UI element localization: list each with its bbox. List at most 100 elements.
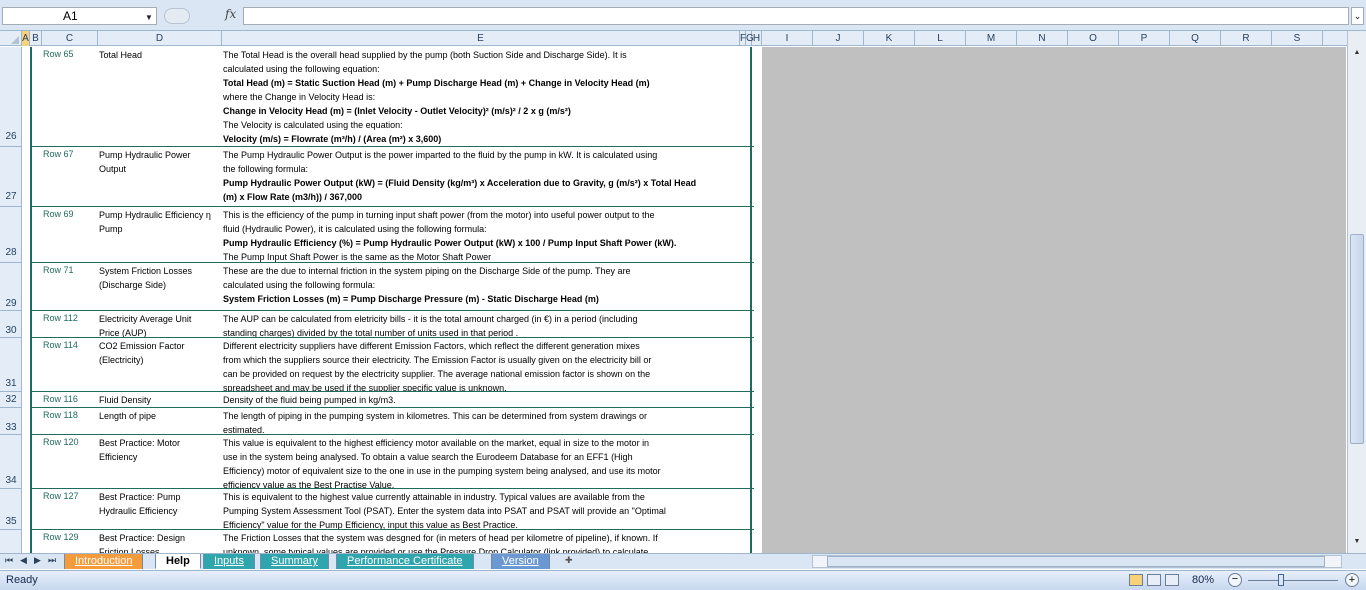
field-description[interactable]: The Pump Hydraulic Power Output is the p… — [223, 148, 743, 206]
field-name[interactable]: Pump Hydraulic Efficiency η Pump — [99, 208, 214, 236]
column-header-b[interactable]: B — [30, 31, 42, 46]
page-break-preview-button[interactable] — [1165, 574, 1179, 586]
row-header-34[interactable]: 34 — [0, 435, 21, 489]
field-name[interactable]: Pump Hydraulic Power Output — [99, 148, 214, 176]
field-description[interactable]: This is equivalent to the highest value … — [223, 490, 743, 529]
column-header-o[interactable]: O — [1068, 31, 1119, 46]
column-header-e[interactable]: E — [222, 31, 740, 46]
row-header-31[interactable]: 31 — [0, 338, 21, 392]
description-line: The Velocity is calculated using the equ… — [223, 120, 403, 130]
field-description[interactable]: Different electricity suppliers have dif… — [223, 339, 743, 391]
column-header-n[interactable]: N — [1017, 31, 1068, 46]
row-ref[interactable]: Row 69 — [43, 209, 74, 219]
field-description[interactable]: This is the efficiency of the pump in tu… — [223, 208, 743, 262]
field-description[interactable]: The AUP can be calculated from eletricit… — [223, 312, 743, 337]
scroll-up-icon[interactable]: ▲ — [1350, 46, 1364, 60]
tab-summary[interactable]: Summary — [260, 554, 330, 569]
page-layout-view-button[interactable] — [1147, 574, 1161, 586]
zoom-out-button[interactable]: − — [1228, 573, 1242, 587]
prev-sheet-icon[interactable]: ◀ — [20, 555, 27, 566]
field-description[interactable]: The Total Head is the overall head suppl… — [223, 48, 743, 146]
field-name[interactable]: Fluid Density — [99, 393, 214, 407]
field-name[interactable]: Best Practice: Pump Hydraulic Efficiency — [99, 490, 214, 518]
row-ref[interactable]: Row 120 — [43, 437, 79, 447]
row-header-33[interactable]: 33 — [0, 408, 21, 435]
tab-version[interactable]: Version — [491, 554, 550, 569]
description-line: System Friction Losses (m) = Pump Discha… — [223, 294, 599, 304]
row-ref[interactable]: Row 65 — [43, 49, 74, 59]
formula-input[interactable] — [243, 7, 1349, 25]
formula-resize-handle[interactable] — [164, 8, 190, 24]
column-header-s[interactable]: S — [1272, 31, 1323, 46]
fx-icon[interactable]: fx — [225, 7, 236, 21]
field-description[interactable]: The Friction Losses that the system was … — [223, 531, 743, 553]
column-header-h[interactable]: H — [752, 31, 762, 46]
row-ref[interactable]: Row 112 — [43, 313, 78, 323]
row-ref[interactable]: Row 129 — [43, 532, 79, 542]
field-description[interactable]: The length of piping in the pumping syst… — [223, 409, 743, 434]
tab-help[interactable]: Help — [155, 554, 201, 569]
row-ref[interactable]: Row 116 — [43, 394, 78, 404]
row-header-36[interactable] — [0, 530, 21, 553]
description-line: efficiency value as the Best Practise Va… — [223, 480, 395, 488]
scroll-down-icon[interactable]: ▼ — [1350, 535, 1364, 549]
column-header-p[interactable]: P — [1119, 31, 1170, 46]
row-ref[interactable]: Row 114 — [43, 340, 78, 350]
select-all-button[interactable] — [0, 31, 22, 46]
description-line: (m) x Flow Rate (m3/h)) / 367,000 — [223, 192, 363, 202]
row-divider — [30, 262, 754, 263]
row-header-28[interactable]: 28 — [0, 207, 21, 263]
field-name[interactable]: Best Practice: Motor Efficiency — [99, 436, 214, 464]
column-header-j[interactable]: J — [813, 31, 864, 46]
last-sheet-icon[interactable]: ⏭ — [48, 555, 56, 566]
column-header-r[interactable]: R — [1221, 31, 1272, 46]
tab-performance-certificate[interactable]: Performance Certificate — [336, 554, 474, 569]
row-header-29[interactable]: 29 — [0, 263, 21, 311]
row-ref[interactable]: Row 118 — [43, 410, 78, 420]
field-name[interactable]: System Friction Losses (Discharge Side) — [99, 264, 214, 292]
row-header-27[interactable]: 27 — [0, 147, 21, 207]
description-line: Pump Hydraulic Efficiency (%) = Pump Hyd… — [223, 238, 677, 248]
row-ref[interactable]: Row 127 — [43, 491, 79, 501]
field-name[interactable]: Electricity Average Unit Price (AUP) — [99, 312, 214, 340]
zoom-level[interactable]: 80% — [1192, 574, 1214, 586]
column-header-c[interactable]: C — [42, 31, 98, 46]
field-description[interactable]: This value is equivalent to the highest … — [223, 436, 743, 488]
vertical-scroll-thumb[interactable] — [1350, 234, 1364, 444]
row-header-26[interactable]: 26 — [0, 47, 21, 147]
column-header-i[interactable]: I — [762, 31, 813, 46]
field-description[interactable]: Density of the fluid being pumped in kg/… — [223, 393, 743, 407]
tab-introduction[interactable]: Introduction — [64, 554, 144, 569]
name-box[interactable]: A1 — [2, 7, 157, 25]
dropdown-arrow-icon[interactable]: ▼ — [145, 13, 153, 22]
column-header-l[interactable]: L — [915, 31, 966, 46]
row-header-30[interactable]: 30 — [0, 311, 21, 338]
field-name[interactable]: Total Head — [99, 48, 214, 62]
column-header-k[interactable]: K — [864, 31, 915, 46]
row-header-32[interactable]: 32 — [0, 392, 21, 408]
worksheet-grid[interactable]: Row 65 Total Head The Total Head is the … — [23, 47, 1346, 553]
expand-formula-bar-button[interactable]: ⌄ — [1351, 7, 1364, 25]
column-header-d[interactable]: D — [98, 31, 222, 46]
vertical-scrollbar[interactable]: ▲ ▼ — [1347, 31, 1366, 553]
column-header-m[interactable]: M — [966, 31, 1017, 46]
column-header-q[interactable]: Q — [1170, 31, 1221, 46]
zoom-in-button[interactable]: + — [1345, 573, 1359, 587]
zoom-slider[interactable] — [1248, 580, 1338, 581]
row-ref[interactable]: Row 67 — [43, 149, 74, 159]
horizontal-scroll-thumb[interactable] — [827, 556, 1325, 567]
new-sheet-icon[interactable]: ✚ — [565, 555, 579, 567]
tab-inputs[interactable]: Inputs — [203, 554, 255, 569]
field-name[interactable]: Best Practice: Design Friction Losses — [99, 531, 214, 553]
field-name[interactable]: Length of pipe — [99, 409, 214, 423]
horizontal-scrollbar[interactable] — [812, 555, 1342, 568]
row-header-35[interactable]: 35 — [0, 489, 21, 530]
first-sheet-icon[interactable]: ⏮ — [5, 555, 13, 566]
row-ref[interactable]: Row 71 — [43, 265, 74, 275]
zoom-slider-thumb[interactable] — [1278, 574, 1284, 586]
field-description[interactable]: These are the due to internal friction i… — [223, 264, 743, 310]
field-name[interactable]: CO2 Emission Factor (Electricity) — [99, 339, 214, 367]
column-header-a[interactable]: A — [22, 31, 30, 46]
normal-view-button[interactable] — [1129, 574, 1143, 586]
next-sheet-icon[interactable]: ▶ — [34, 555, 41, 566]
